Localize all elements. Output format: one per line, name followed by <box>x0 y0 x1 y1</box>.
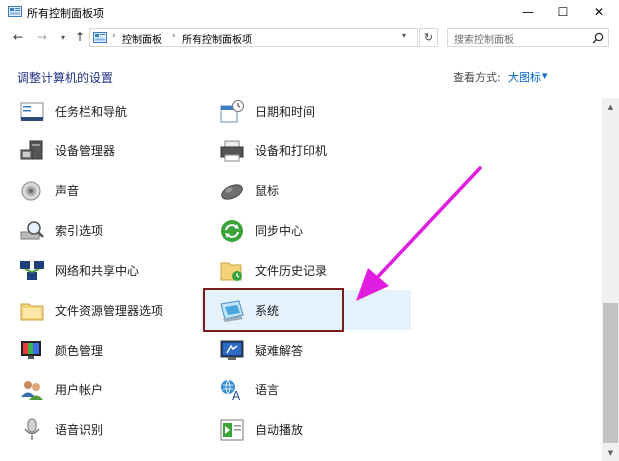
minimize-button[interactable]: — <box>510 0 546 24</box>
item-sync-center[interactable]: 同步中心 <box>219 211 399 249</box>
window-title: 所有控制面板项 <box>27 7 104 20</box>
item-user-accounts[interactable]: 用户帐户 <box>19 370 199 408</box>
scroll-thumb[interactable] <box>603 303 618 443</box>
view-by-dropdown[interactable]: 大图标 <box>508 69 541 85</box>
taskbar-icon <box>20 102 44 121</box>
item-label: 文件资源管理器选项 <box>55 304 164 318</box>
date-time-icon <box>220 100 244 123</box>
breadcrumb-separator[interactable]: › <box>112 31 116 41</box>
highlight-annotation-box <box>203 288 344 332</box>
item-network[interactable]: 网络和共享中心 <box>19 251 199 289</box>
printer-icon <box>220 140 244 162</box>
vertical-scrollbar[interactable]: ▲ ▼ <box>602 98 619 461</box>
color-management-icon <box>21 341 41 359</box>
item-taskbar[interactable]: 任务栏和导航 <box>19 92 199 130</box>
item-sound[interactable]: 声音 <box>19 171 199 209</box>
microphone-icon <box>24 418 40 440</box>
item-label: 设备管理器 <box>55 144 116 158</box>
forward-button[interactable]: → <box>34 29 50 45</box>
troubleshooting-icon <box>220 340 244 360</box>
item-folder-options[interactable]: 文件资源管理器选项 <box>19 291 199 329</box>
caret-down-icon[interactable]: ▼ <box>542 72 547 80</box>
recent-locations-button[interactable]: ▾ <box>55 29 71 45</box>
sync-icon <box>221 220 243 242</box>
item-label: 用户帐户 <box>55 383 104 397</box>
item-autoplay[interactable]: 自动播放 <box>219 410 399 448</box>
item-indexing[interactable]: 索引选项 <box>19 211 199 249</box>
network-icon <box>20 261 44 280</box>
item-label: 自动播放 <box>255 423 304 437</box>
item-label: 语音识别 <box>55 423 104 437</box>
mouse-icon <box>221 184 243 200</box>
item-label: 鼠标 <box>255 184 280 198</box>
item-label: 日期和时间 <box>255 105 316 119</box>
item-speech-recognition[interactable]: 语音识别 <box>19 410 199 448</box>
folder-options-icon <box>20 303 44 321</box>
item-devices-printers[interactable]: 设备和打印机 <box>219 131 399 169</box>
item-language[interactable]: A 语言 <box>219 370 399 408</box>
file-history-icon <box>220 262 242 281</box>
view-by-label: 查看方式: <box>453 71 501 84</box>
refresh-button[interactable]: ↻ <box>419 28 438 47</box>
title-bar: 所有控制面板项 — ☐ ✕ <box>0 0 619 24</box>
scroll-up-button[interactable]: ▲ <box>602 98 619 115</box>
maximize-button[interactable]: ☐ <box>545 0 581 24</box>
search-input[interactable]: 搜索控制面板 <box>454 31 514 46</box>
item-troubleshooting[interactable]: 疑难解答 <box>219 331 399 369</box>
breadcrumb-all-items[interactable]: 所有控制面板项 <box>182 31 252 46</box>
item-file-history[interactable]: 文件历史记录 <box>219 251 399 289</box>
item-mouse[interactable]: 鼠标 <box>219 171 399 209</box>
search-icon[interactable] <box>591 31 605 45</box>
item-label: 任务栏和导航 <box>55 105 128 119</box>
scroll-down-button[interactable]: ▼ <box>602 444 619 461</box>
item-date-time[interactable]: 日期和时间 <box>219 92 399 130</box>
control-panel-icon <box>93 32 107 43</box>
indexing-icon <box>20 221 44 240</box>
back-button[interactable]: ← <box>10 29 26 45</box>
autoplay-icon <box>220 419 244 441</box>
control-panel-window: 所有控制面板项 — ☐ ✕ ← → ▾ ↑ › 控制面板 › 所有控制面板项 ▾… <box>0 0 619 461</box>
item-label: 索引选项 <box>55 224 104 238</box>
item-label: 声音 <box>55 184 80 198</box>
up-button[interactable]: ↑ <box>72 29 88 45</box>
control-panel-icon <box>8 6 22 17</box>
page-title: 调整计算机的设置 <box>17 71 114 85</box>
item-label: 设备和打印机 <box>255 144 328 158</box>
language-icon: A <box>221 379 241 403</box>
item-color-management[interactable]: 颜色管理 <box>19 331 199 369</box>
user-accounts-icon <box>21 381 43 400</box>
item-label: 语言 <box>255 383 280 397</box>
address-bar[interactable]: › 控制面板 › 所有控制面板项 ▾ <box>89 28 418 47</box>
item-label: 同步中心 <box>255 224 304 238</box>
sound-icon <box>21 181 41 201</box>
navigation-bar: ← → ▾ ↑ › 控制面板 › 所有控制面板项 ▾ ↻ 搜索控制面板 <box>0 25 619 51</box>
address-dropdown-button[interactable]: ▾ <box>402 31 406 40</box>
item-label: 颜色管理 <box>55 344 104 358</box>
item-device-manager[interactable]: 设备管理器 <box>19 131 199 169</box>
breadcrumb-control-panel[interactable]: 控制面板 <box>122 31 162 46</box>
breadcrumb-separator[interactable]: › <box>172 31 176 41</box>
item-label: 疑难解答 <box>255 344 304 358</box>
item-label: 文件历史记录 <box>255 264 328 278</box>
svg-text:A: A <box>232 389 241 403</box>
close-button[interactable]: ✕ <box>581 0 617 24</box>
item-label: 网络和共享中心 <box>55 264 140 278</box>
device-manager-icon <box>20 140 43 160</box>
search-box[interactable]: 搜索控制面板 <box>447 28 609 47</box>
